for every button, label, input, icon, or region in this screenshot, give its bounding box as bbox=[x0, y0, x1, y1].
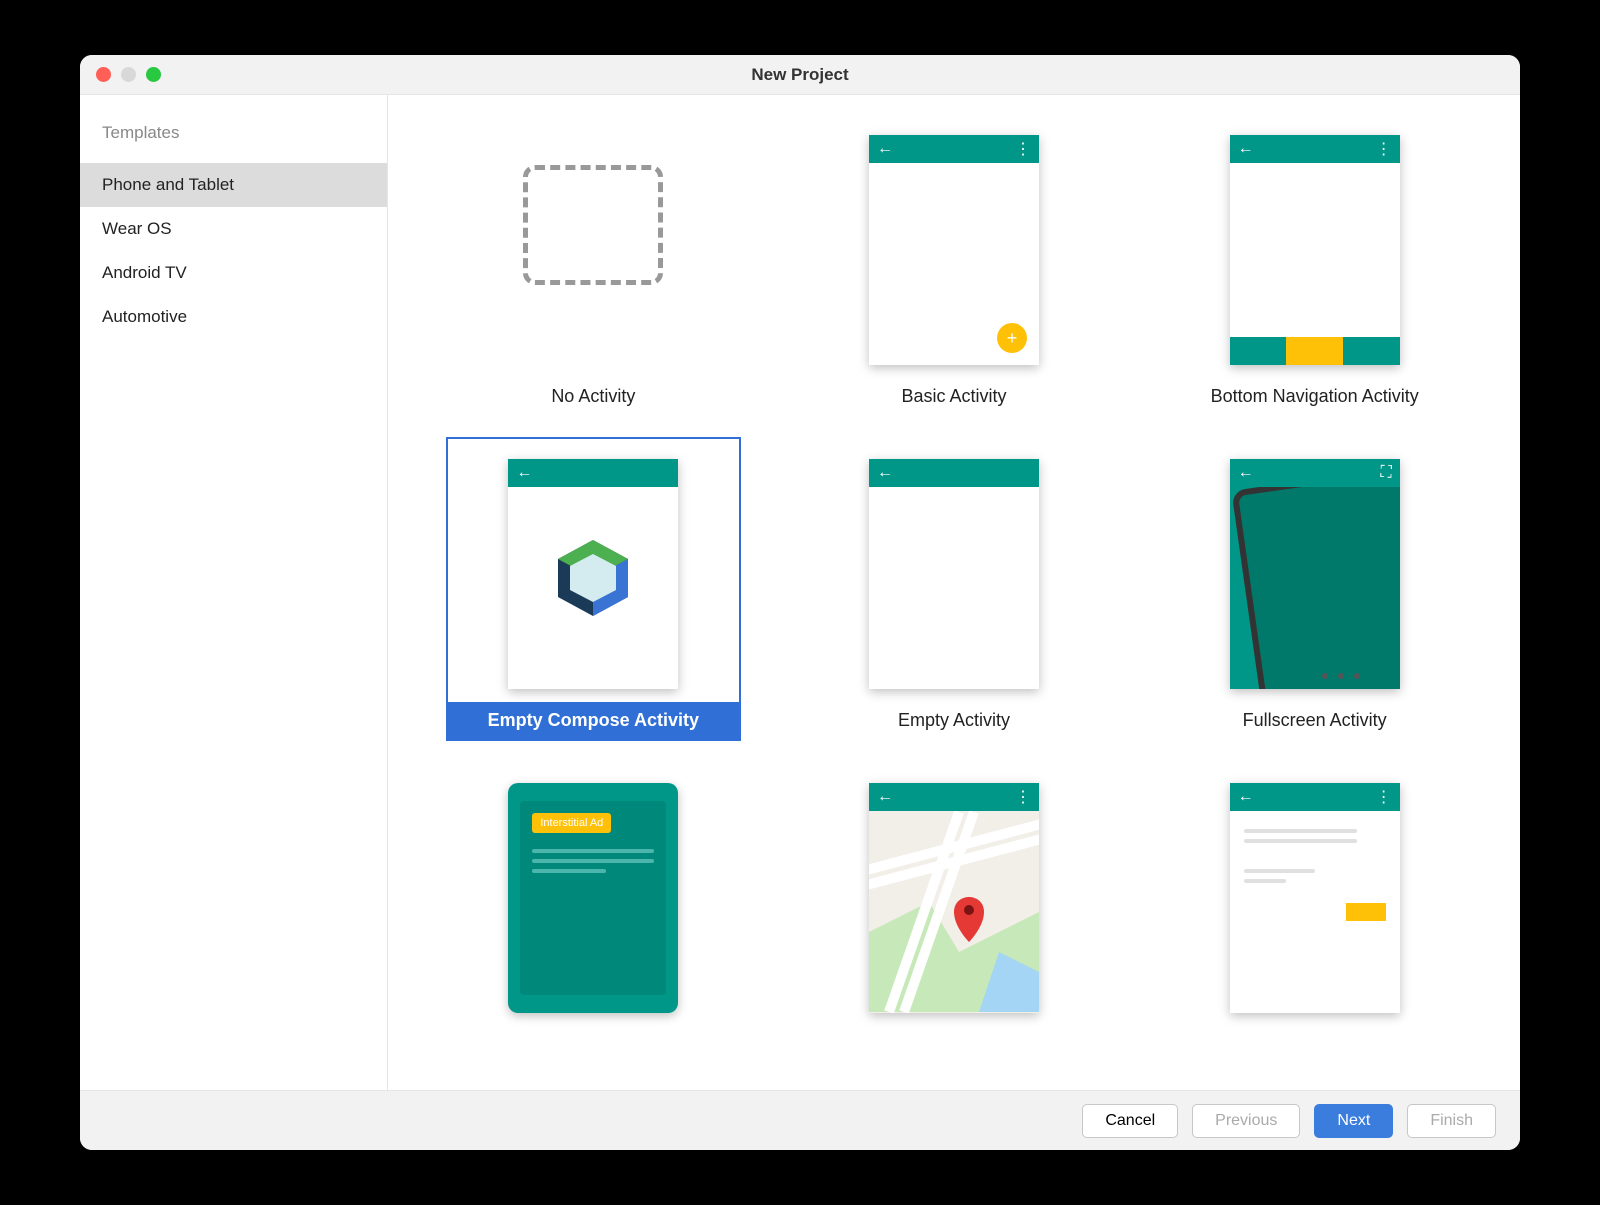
sidebar-item-wear-os[interactable]: Wear OS bbox=[80, 207, 387, 251]
template-label: Bottom Navigation Activity bbox=[1169, 378, 1460, 415]
template-label: Empty Activity bbox=[809, 702, 1100, 739]
template-fullscreen[interactable]: ← ⛶ Fullscreen Activity bbox=[1169, 439, 1460, 739]
template-empty-activity[interactable]: ← Empty Activity bbox=[809, 439, 1100, 739]
sidebar-header: Templates bbox=[80, 113, 387, 163]
template-label: Basic Activity bbox=[809, 378, 1100, 415]
template-bottom-navigation[interactable]: ← ⋮ Bottom Navigation Activity bbox=[1169, 115, 1460, 415]
template-no-activity[interactable]: No Activity bbox=[448, 115, 739, 415]
new-project-window: New Project Templates Phone and Tablet W… bbox=[80, 55, 1520, 1150]
template-label: Empty Compose Activity bbox=[448, 702, 739, 739]
sidebar-item-android-tv[interactable]: Android TV bbox=[80, 251, 387, 295]
back-arrow-icon: ← bbox=[877, 464, 893, 482]
back-arrow-icon: ← bbox=[877, 140, 893, 158]
back-arrow-icon: ← bbox=[1238, 788, 1254, 806]
sidebar-item-phone-tablet[interactable]: Phone and Tablet bbox=[80, 163, 387, 207]
close-icon[interactable] bbox=[96, 67, 111, 82]
compose-logo-icon bbox=[558, 540, 628, 616]
finish-button[interactable]: Finish bbox=[1407, 1104, 1496, 1138]
back-arrow-icon: ← bbox=[877, 788, 893, 806]
previous-button[interactable]: Previous bbox=[1192, 1104, 1300, 1138]
overflow-menu-icon: ⋮ bbox=[1376, 139, 1392, 159]
window-title: New Project bbox=[80, 65, 1520, 85]
template-empty-compose[interactable]: ← Empty Compose Activity bbox=[448, 439, 739, 739]
titlebar: New Project bbox=[80, 55, 1520, 95]
footer: Cancel Previous Next Finish bbox=[80, 1090, 1520, 1150]
template-label: No Activity bbox=[448, 378, 739, 415]
minimize-icon[interactable] bbox=[121, 67, 136, 82]
action-button-icon bbox=[1346, 903, 1386, 921]
traffic-lights bbox=[96, 67, 161, 82]
dashed-rect-icon bbox=[523, 165, 663, 285]
zoom-icon[interactable] bbox=[146, 67, 161, 82]
template-maps[interactable]: ←⋮ bbox=[809, 763, 1100, 1018]
bottom-nav-bar bbox=[1230, 337, 1400, 365]
overflow-menu-icon: ⋮ bbox=[1015, 139, 1031, 159]
sidebar: Templates Phone and Tablet Wear OS Andro… bbox=[80, 95, 388, 1090]
sidebar-item-automotive[interactable]: Automotive bbox=[80, 295, 387, 339]
interstitial-badge: Interstitial Ad bbox=[532, 813, 611, 833]
template-grid-area: No Activity ←⋮ + Basic Activity bbox=[388, 95, 1520, 1090]
template-label: Fullscreen Activity bbox=[1169, 702, 1460, 739]
template-interstitial-ad[interactable]: Interstitial Ad bbox=[448, 763, 739, 1018]
back-arrow-icon: ← bbox=[1238, 140, 1254, 158]
overflow-menu-icon: ⋮ bbox=[1015, 787, 1031, 807]
cancel-button[interactable]: Cancel bbox=[1082, 1104, 1178, 1138]
template-detail[interactable]: ←⋮ bbox=[1169, 763, 1460, 1018]
map-icon bbox=[869, 811, 1039, 1013]
fullscreen-icon: ⛶ bbox=[1380, 464, 1391, 482]
overflow-menu-icon: ⋮ bbox=[1376, 787, 1392, 807]
fab-add-icon: + bbox=[997, 323, 1027, 353]
back-arrow-icon: ← bbox=[1238, 464, 1254, 482]
template-basic-activity[interactable]: ← ⋮ + Basic Activity bbox=[809, 115, 1100, 415]
back-arrow-icon: ← bbox=[516, 464, 532, 482]
next-button[interactable]: Next bbox=[1314, 1104, 1393, 1138]
